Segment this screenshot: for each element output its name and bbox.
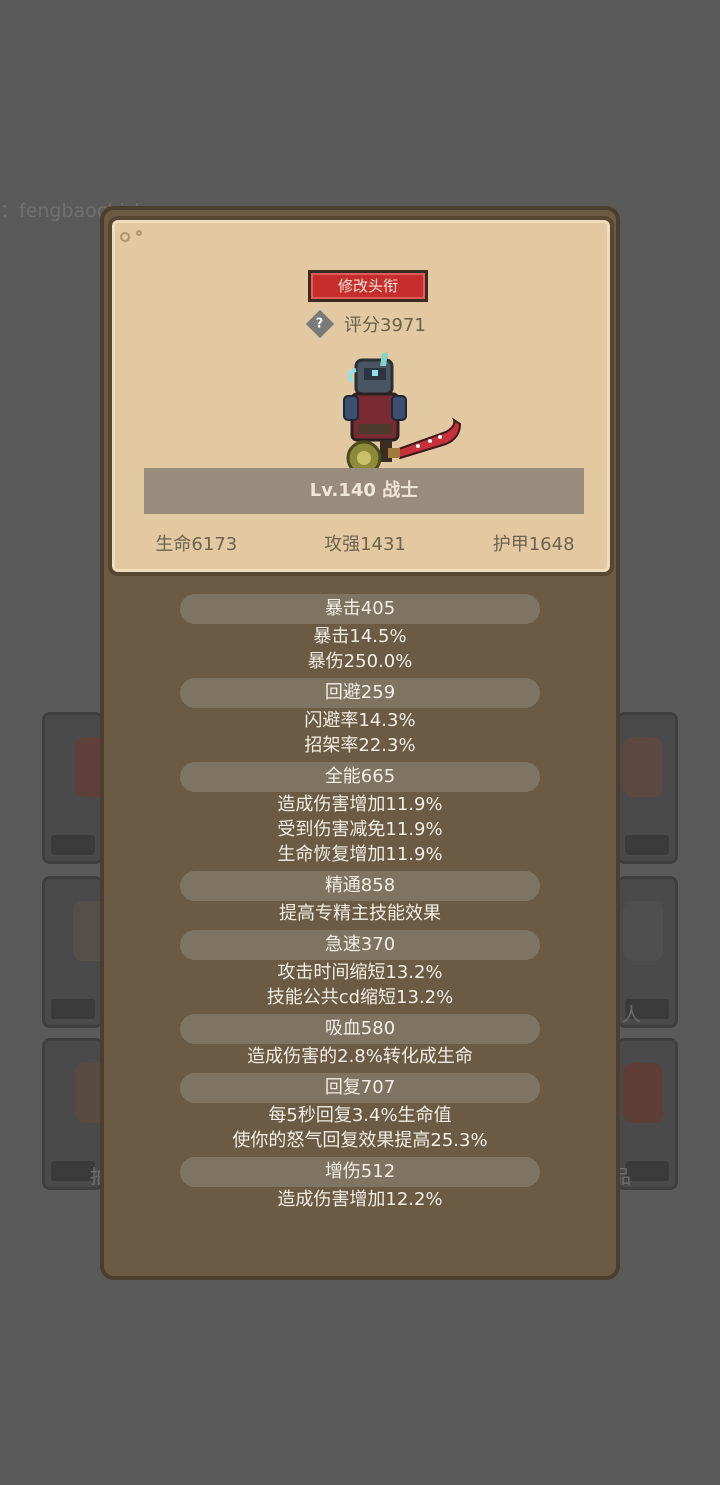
card-corner-decoration bbox=[136, 230, 142, 236]
score-text: 评分3971 bbox=[344, 315, 426, 336]
attribute-group-haste: 急速370 攻击时间缩短13.2% 技能公共cd缩短13.2% bbox=[104, 926, 616, 1010]
attribute-header: 吸血580 bbox=[180, 1014, 540, 1044]
background-tile-label: 人 bbox=[622, 1004, 642, 1026]
character-attribute-panel: 修改头衔 ? 评分3971 Lv.140 战士 生命6173 攻强1431 护甲… bbox=[100, 206, 620, 1280]
attribute-group-lifesteal: 吸血580 造成伤害的2.8%转化成生命 bbox=[104, 1010, 616, 1069]
attribute-detail: 攻击时间缩短13.2% bbox=[277, 962, 443, 983]
attribute-group-damage-bonus: 增伤512 造成伤害增加12.2% bbox=[104, 1153, 616, 1212]
card-corner-decoration bbox=[120, 232, 130, 242]
attribute-group-avoidance: 回避259 闪避率14.3% 招架率22.3% bbox=[104, 674, 616, 758]
attribute-detail: 造成伤害增加12.2% bbox=[277, 1189, 443, 1210]
attribute-header: 急速370 bbox=[180, 930, 540, 960]
attribute-detail: 招架率22.3% bbox=[304, 735, 416, 756]
stat-armor: 护甲1648 bbox=[492, 534, 575, 555]
attribute-detail: 造成伤害增加11.9% bbox=[277, 794, 443, 815]
score-row: ? 评分3971 bbox=[302, 309, 462, 339]
stat-health: 生命6173 bbox=[155, 534, 238, 555]
attribute-detail: 生命恢复增加11.9% bbox=[277, 844, 443, 865]
background-tile bbox=[42, 876, 113, 1028]
warrior-character-sprite bbox=[343, 352, 462, 483]
help-icon[interactable]: ? bbox=[305, 309, 335, 339]
attribute-group-regeneration: 回复707 每5秒回复3.4%生命值 使你的怒气回复效果提高25.3% bbox=[104, 1069, 616, 1153]
level-class-bar: Lv.140 战士 bbox=[144, 468, 584, 514]
attribute-detail: 技能公共cd缩短13.2% bbox=[266, 987, 454, 1008]
background-tile bbox=[42, 712, 115, 864]
attribute-list: 暴击405 暴击14.5% 暴伤250.0% 回避259 闪避率14.3% 招架… bbox=[104, 590, 616, 1212]
base-stats-row: 生命6173 攻强1431 护甲1648 bbox=[112, 530, 618, 556]
attribute-header: 回避259 bbox=[180, 678, 540, 708]
attribute-detail: 暴击14.5% bbox=[313, 626, 407, 647]
background-tile bbox=[616, 712, 678, 864]
attribute-group-mastery: 精通858 提高专精主技能效果 bbox=[104, 867, 616, 926]
attribute-group-crit: 暴击405 暴击14.5% 暴伤250.0% bbox=[104, 590, 616, 674]
attribute-detail: 闪避率14.3% bbox=[304, 710, 416, 731]
attribute-header: 回复707 bbox=[180, 1073, 540, 1103]
attribute-detail: 暴伤250.0% bbox=[307, 651, 413, 672]
attribute-header: 精通858 bbox=[180, 871, 540, 901]
attribute-header: 增伤512 bbox=[180, 1157, 540, 1187]
attribute-detail: 提高专精主技能效果 bbox=[279, 903, 441, 924]
attribute-detail: 每5秒回复3.4%生命值 bbox=[268, 1105, 452, 1126]
attribute-detail: 造成伤害的2.8%转化成生命 bbox=[247, 1046, 473, 1067]
attribute-header: 全能665 bbox=[180, 762, 540, 792]
attribute-header: 暴击405 bbox=[180, 594, 540, 624]
edit-title-button[interactable]: 修改头衔 bbox=[308, 270, 428, 302]
character-card: 修改头衔 ? 评分3971 Lv.140 战士 生命6173 攻强1431 护甲… bbox=[108, 216, 614, 576]
stat-attack-power: 攻强1431 bbox=[324, 534, 406, 555]
attribute-group-versatility: 全能665 造成伤害增加11.9% 受到伤害减免11.9% 生命恢复增加11.9… bbox=[104, 758, 616, 867]
attribute-detail: 使你的怒气回复效果提高25.3% bbox=[232, 1130, 488, 1151]
attribute-detail: 受到伤害减免11.9% bbox=[277, 819, 443, 840]
